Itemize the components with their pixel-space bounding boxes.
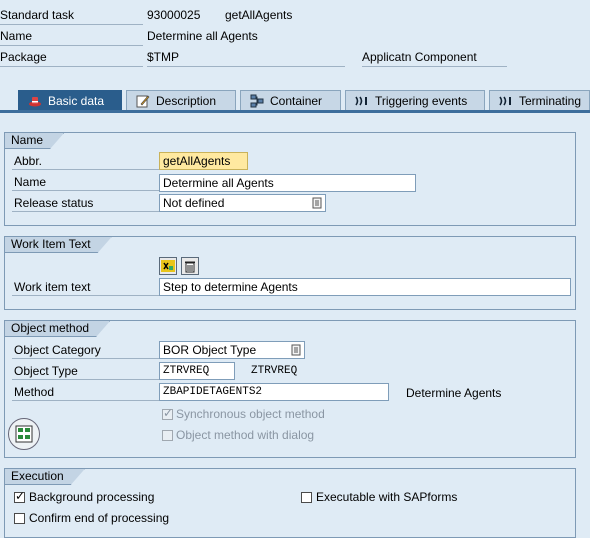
tab-description-label: Description	[156, 93, 217, 108]
object-method-group: Object method Object Category BOR Object…	[4, 320, 576, 458]
delete-button[interactable]	[181, 257, 199, 275]
synchronous-object-method-label: Synchronous object method	[176, 407, 325, 421]
abbr-label: Abbr.	[12, 153, 162, 170]
tab-description[interactable]: Description	[126, 90, 236, 110]
name-group-title: Name	[5, 133, 64, 149]
package-value: $TMP	[147, 48, 345, 67]
tab-container-label: Container	[270, 93, 323, 108]
package-label: Package	[0, 48, 143, 67]
standard-task-abbr: getAllAgents	[225, 8, 293, 22]
work-item-text-group-title: Work Item Text	[5, 237, 112, 253]
release-status-value: Not defined	[163, 196, 225, 210]
standard-task-label: Standard task	[0, 6, 143, 25]
release-status-dropdown[interactable]: Not defined	[159, 194, 326, 212]
execution-group: Execution ✓ Background processing Execut…	[4, 468, 576, 538]
dropdown-icon[interactable]	[290, 344, 302, 356]
method-field[interactable]: ZBAPIDETAGENTS2	[159, 383, 389, 401]
object-category-dropdown[interactable]: BOR Object Type	[159, 341, 305, 359]
object-type-label: Object Type	[12, 363, 162, 380]
execution-group-title: Execution	[5, 469, 85, 485]
checkmark-icon: ✓	[15, 489, 26, 503]
name-header-label: Name	[0, 27, 143, 46]
tab-basic-data[interactable]: Basic data	[18, 90, 122, 110]
work-item-text-label: Work item text	[12, 279, 162, 296]
container-icon	[249, 94, 265, 108]
standard-task-number: 93000025	[147, 8, 201, 22]
object-method-group-title: Object method	[5, 321, 110, 337]
executable-with-sapforms-checkbox[interactable]	[301, 492, 312, 503]
work-item-text-field[interactable]: Step to determine Agents	[159, 278, 571, 296]
event-icon	[498, 94, 514, 108]
object-type-field[interactable]: ZTRVREQ	[159, 362, 235, 380]
name-field[interactable]: Determine all Agents	[159, 174, 416, 192]
hat-icon	[27, 94, 43, 108]
tab-terminating-label: Terminating	[519, 93, 582, 108]
dropdown-icon[interactable]	[311, 197, 323, 209]
checkmark-icon: ✓	[163, 406, 174, 420]
executable-with-sapforms-label: Executable with SAPforms	[316, 490, 458, 504]
object-method-with-dialog-checkbox[interactable]	[162, 430, 173, 441]
confirm-end-of-processing-label: Confirm end of processing	[29, 511, 170, 525]
name-group: Name Abbr. getAllAgents Name Determine a…	[4, 132, 576, 226]
abbr-field[interactable]: getAllAgents	[159, 152, 248, 170]
method-description: Determine Agents	[406, 386, 502, 400]
object-type-description: ZTRVREQ	[251, 365, 298, 377]
name-label: Name	[12, 174, 162, 191]
edit-icon	[135, 94, 151, 108]
method-label: Method	[12, 384, 162, 401]
confirm-end-of-processing-checkbox[interactable]	[14, 513, 25, 524]
insert-variable-button[interactable]	[159, 257, 177, 275]
tab-triggering-events-label: Triggering events	[375, 93, 468, 108]
object-browser-icon	[15, 425, 33, 443]
tab-terminating[interactable]: Terminating	[489, 90, 590, 110]
tab-triggering-events[interactable]: Triggering events	[345, 90, 485, 110]
object-browser-button[interactable]	[8, 418, 40, 450]
tab-container[interactable]: Container	[240, 90, 341, 110]
application-component-label: Applicatn Component	[362, 48, 507, 67]
release-status-label: Release status	[12, 195, 162, 212]
insert-variable-icon	[161, 260, 175, 272]
tab-basic-data-label: Basic data	[48, 93, 105, 108]
trash-icon	[185, 261, 195, 272]
name-header-value: Determine all Agents	[147, 29, 258, 43]
object-category-value: BOR Object Type	[163, 343, 257, 357]
background-processing-checkbox[interactable]: ✓	[14, 489, 26, 503]
synchronous-object-method-checkbox[interactable]: ✓	[162, 406, 174, 420]
work-item-text-group: Work Item Text Work item text Step to de…	[4, 236, 576, 310]
background-processing-label: Background processing	[29, 490, 155, 504]
object-method-with-dialog-label: Object method with dialog	[176, 428, 315, 442]
tab-underline	[0, 110, 590, 113]
object-category-label: Object Category	[12, 342, 162, 359]
event-icon	[354, 94, 370, 108]
